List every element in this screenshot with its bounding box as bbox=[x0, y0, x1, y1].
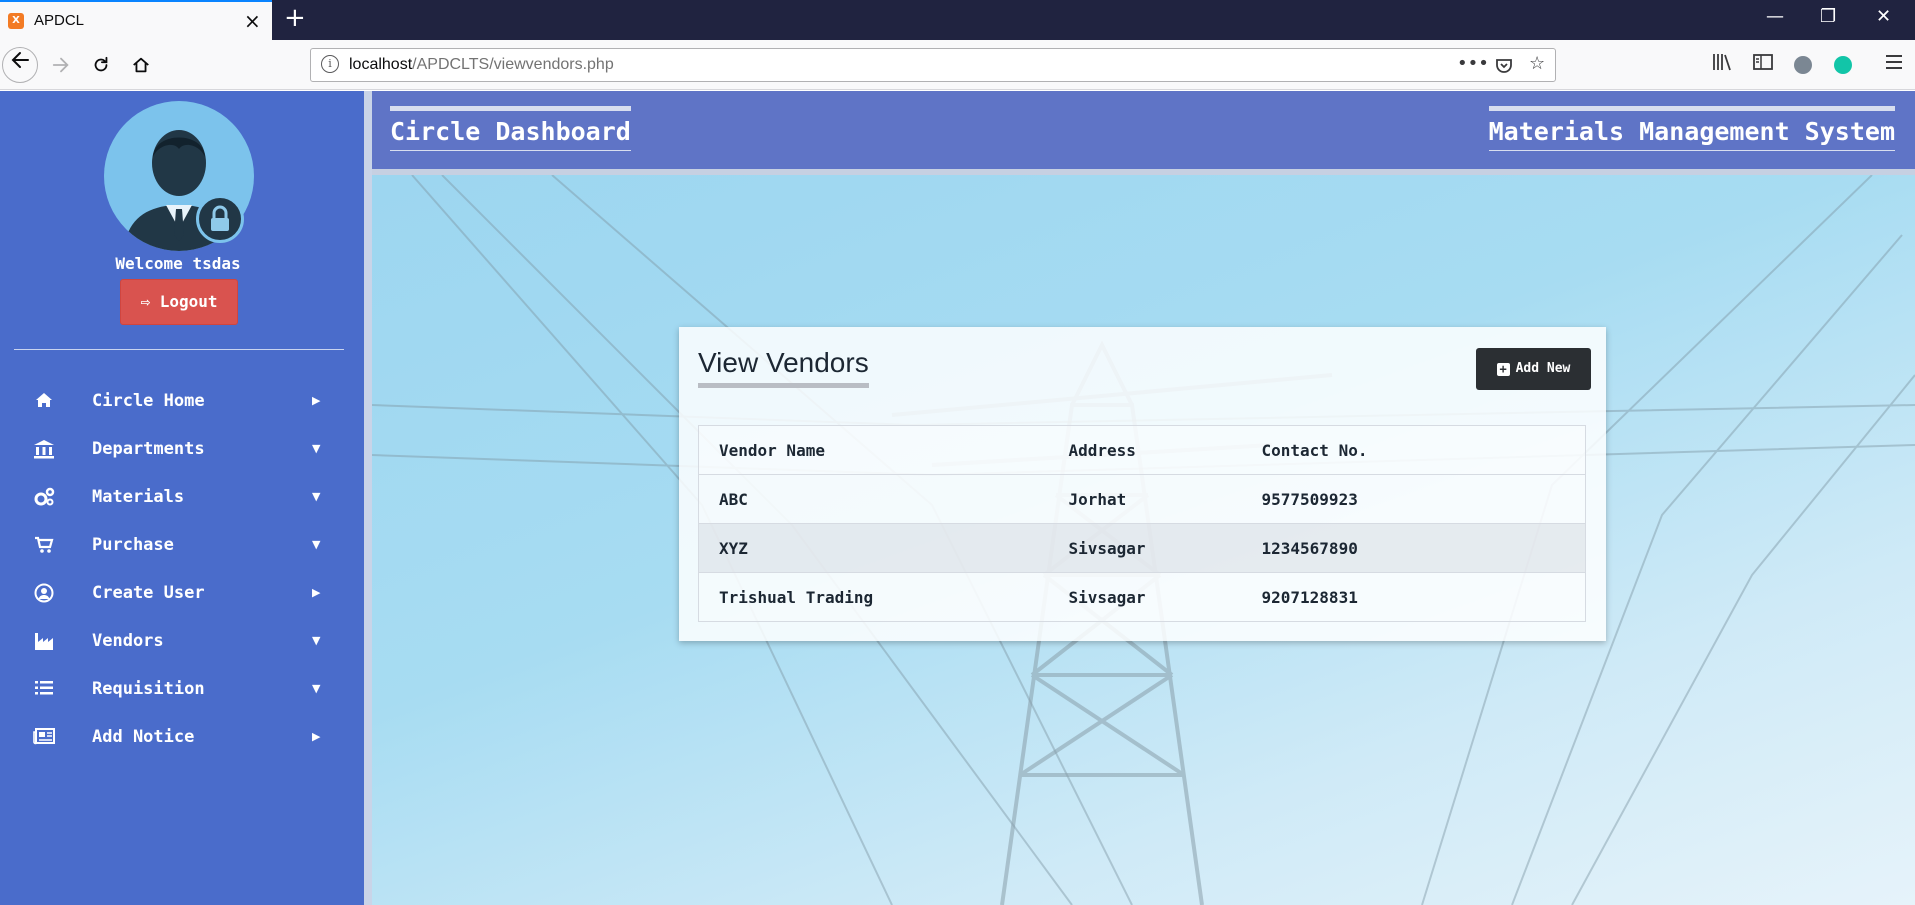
view-vendors-panel: View Vendors + Add New Vendor Name Addres… bbox=[679, 327, 1606, 641]
address-cell: Jorhat bbox=[1048, 474, 1242, 524]
address-cell: Sivsagar bbox=[1048, 572, 1242, 622]
sidebar-item-label: Departments bbox=[92, 439, 205, 459]
header-strip bbox=[372, 169, 1915, 175]
caret-down-icon: ▼ bbox=[312, 634, 321, 647]
sidebar-item-label: Create User bbox=[92, 583, 205, 603]
extension-icon[interactable] bbox=[1834, 56, 1852, 74]
sidebar-item-label: Materials bbox=[92, 487, 185, 507]
minimize-window-icon[interactable]: — bbox=[1766, 6, 1784, 27]
table-row: ABC Jorhat 9577509923 bbox=[698, 474, 1586, 524]
caret-right-icon: ▶ bbox=[312, 586, 321, 599]
account-icon[interactable] bbox=[1794, 56, 1812, 74]
info-icon[interactable]: i bbox=[321, 55, 339, 73]
page-header: Circle Dashboard Materials Management Sy… bbox=[372, 91, 1915, 169]
gears-icon bbox=[32, 487, 56, 509]
add-new-button[interactable]: + Add New bbox=[1476, 348, 1591, 390]
app-title: Materials Management System bbox=[1488, 106, 1895, 151]
caret-down-icon: ▼ bbox=[312, 538, 321, 551]
new-tab-button[interactable]: + bbox=[284, 3, 306, 33]
page: Welcome tsdas ⇨ Logout Circle Home ▶ Dep… bbox=[0, 91, 1915, 905]
sidebar-item-label: Purchase bbox=[92, 535, 174, 555]
star-icon[interactable]: ☆ bbox=[1529, 53, 1545, 74]
bank-icon bbox=[32, 439, 56, 461]
sidebar-icon[interactable] bbox=[1752, 52, 1774, 77]
circle-dashboard-title: Circle Dashboard bbox=[390, 106, 631, 151]
menu-icon[interactable] bbox=[1884, 52, 1904, 77]
industry-icon bbox=[32, 631, 56, 653]
column-header-contact: Contact No. bbox=[1241, 425, 1586, 475]
sidebar-item-materials[interactable]: Materials ▼ bbox=[0, 476, 356, 520]
close-window-icon[interactable]: ✕ bbox=[1876, 6, 1891, 27]
user-circle-icon bbox=[32, 583, 56, 605]
column-header-address: Address bbox=[1048, 425, 1242, 475]
contact-cell: 1234567890 bbox=[1241, 523, 1586, 573]
table-row: Trishual Trading Sivsagar 9207128831 bbox=[698, 572, 1586, 622]
list-icon bbox=[32, 679, 56, 701]
sidebar-item-label: Requisition bbox=[92, 679, 205, 699]
lock-icon bbox=[196, 195, 244, 243]
sidebar-item-add-notice[interactable]: Add Notice ▶ bbox=[0, 716, 356, 760]
plus-square-icon: + bbox=[1496, 363, 1510, 376]
caret-down-icon: ▼ bbox=[312, 682, 321, 695]
browser-tab[interactable]: X APDCL × bbox=[0, 0, 272, 40]
caret-down-icon: ▼ bbox=[312, 490, 321, 503]
contact-cell: 9577509923 bbox=[1241, 474, 1586, 524]
add-new-label: Add New bbox=[1515, 361, 1571, 376]
table-header-row: Vendor Name Address Contact No. bbox=[698, 425, 1586, 475]
caret-right-icon: ▶ bbox=[312, 730, 321, 743]
sidebar-item-vendors[interactable]: Vendors ▼ bbox=[0, 620, 356, 664]
logout-label: Logout bbox=[159, 292, 218, 311]
back-arrow-icon[interactable] bbox=[2, 47, 38, 83]
forward-arrow-icon[interactable] bbox=[46, 50, 76, 80]
vendor-name-cell: XYZ bbox=[698, 523, 1049, 573]
sidebar-item-purchase[interactable]: Purchase ▼ bbox=[0, 524, 356, 568]
sidebar-item-label: Circle Home bbox=[92, 391, 205, 411]
sidebar-edge bbox=[364, 91, 372, 905]
sidebar-item-circle-home[interactable]: Circle Home ▶ bbox=[0, 380, 356, 424]
vendor-name-cell: ABC bbox=[698, 474, 1049, 524]
main-content: Circle Dashboard Materials Management Sy… bbox=[372, 91, 1915, 905]
library-icon[interactable] bbox=[1712, 52, 1734, 77]
reload-icon[interactable] bbox=[86, 50, 116, 80]
table-row: XYZ Sivsagar 1234567890 bbox=[698, 523, 1586, 573]
close-tab-icon[interactable]: × bbox=[244, 9, 261, 33]
sidebar-item-departments[interactable]: Departments ▼ bbox=[0, 428, 356, 472]
vendor-name-cell: Trishual Trading bbox=[698, 572, 1049, 622]
address-cell: Sivsagar bbox=[1048, 523, 1242, 573]
sidebar-item-label: Add Notice bbox=[92, 727, 195, 747]
home-icon bbox=[32, 391, 56, 413]
sign-out-icon: ⇨ bbox=[140, 292, 151, 311]
sidebar-divider bbox=[14, 349, 344, 350]
sidebar-item-create-user[interactable]: Create User ▶ bbox=[0, 572, 356, 616]
newspaper-icon bbox=[32, 727, 56, 749]
url-text[interactable]: localhost/APDCLTS/viewvendors.php bbox=[349, 56, 614, 74]
home-icon[interactable] bbox=[126, 50, 156, 80]
browser-titlebar: X APDCL × + — ❐ ✕ bbox=[0, 0, 1915, 40]
pocket-icon[interactable] bbox=[1495, 53, 1513, 80]
browser-navbar: i localhost/APDCLTS/viewvendors.php ••• … bbox=[0, 40, 1915, 90]
contact-cell: 9207128831 bbox=[1241, 572, 1586, 622]
page-title: View Vendors bbox=[698, 347, 869, 388]
welcome-text: Welcome tsdas bbox=[115, 254, 241, 273]
url-bar[interactable]: i localhost/APDCLTS/viewvendors.php ••• … bbox=[310, 48, 1556, 82]
xampp-favicon-icon: X bbox=[8, 13, 24, 29]
caret-right-icon: ▶ bbox=[312, 394, 321, 407]
sidebar-item-requisition[interactable]: Requisition ▼ bbox=[0, 668, 356, 712]
caret-down-icon: ▼ bbox=[312, 442, 321, 455]
tab-title: APDCL bbox=[34, 12, 85, 29]
logout-button[interactable]: ⇨ Logout bbox=[120, 279, 238, 325]
column-header-vendor-name: Vendor Name bbox=[698, 425, 1049, 475]
more-icon[interactable]: ••• bbox=[1457, 53, 1489, 74]
cart-icon bbox=[32, 535, 56, 557]
vendors-table: Vendor Name Address Contact No. ABC Jorh… bbox=[698, 425, 1586, 622]
sidebar-item-label: Vendors bbox=[92, 631, 164, 651]
restore-window-icon[interactable]: ❐ bbox=[1820, 6, 1836, 27]
sidebar: Welcome tsdas ⇨ Logout Circle Home ▶ Dep… bbox=[0, 91, 364, 905]
